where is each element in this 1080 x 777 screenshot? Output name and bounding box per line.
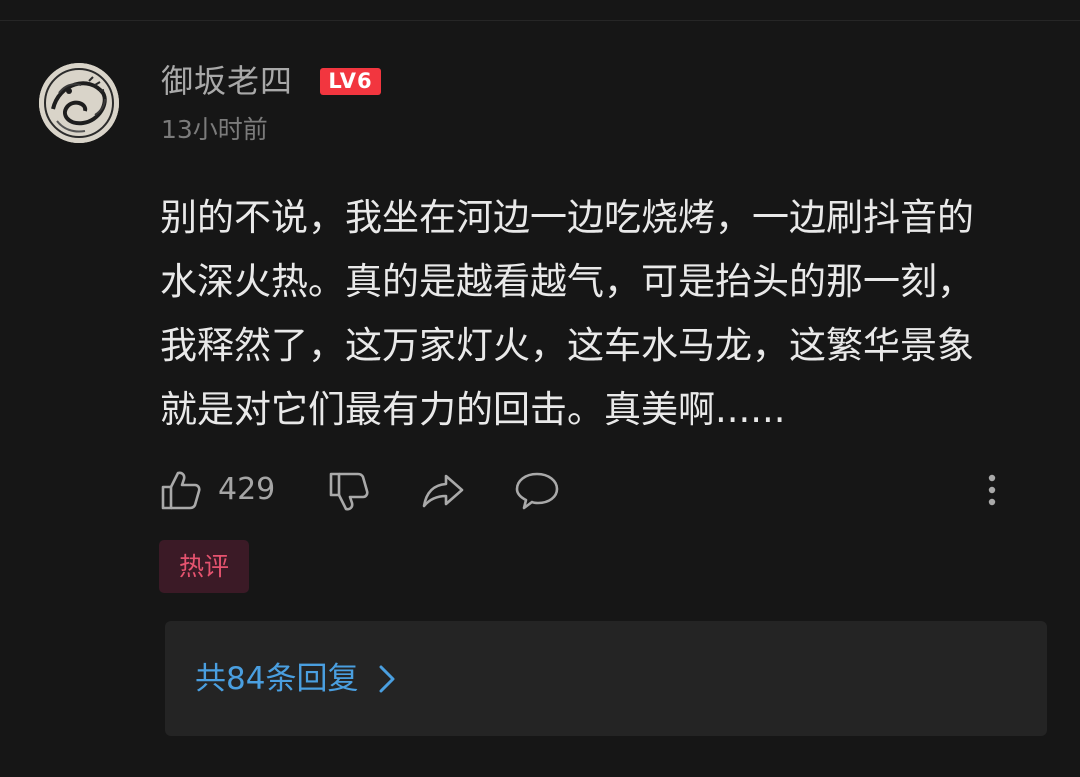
vertical-ellipsis-icon xyxy=(988,474,996,506)
thumb-up-icon xyxy=(161,471,201,510)
share-arrow-icon xyxy=(422,474,464,508)
comment-text: 别的不说，我坐在河边一边吃烧烤，一边刷抖音的 水深火热。真的是越看越气，可是抬头… xyxy=(160,196,974,431)
comment-action-bar: 429 xyxy=(0,462,1080,518)
avatar-image xyxy=(39,63,119,143)
chevron-right-icon xyxy=(379,665,395,693)
level-badge: LV6 xyxy=(320,68,381,95)
like-button[interactable]: 429 xyxy=(160,468,275,512)
replies-count-label: 共84条回复 xyxy=(195,661,359,697)
like-count: 429 xyxy=(218,472,276,507)
reply-button[interactable] xyxy=(514,468,559,512)
share-button[interactable] xyxy=(420,468,464,512)
more-options-button[interactable] xyxy=(970,468,1014,512)
thumb-down-icon xyxy=(329,472,369,511)
top-divider xyxy=(0,20,1080,21)
view-replies-button[interactable]: 共84条回复 xyxy=(165,621,1047,736)
replies-link[interactable]: 共84条回复 xyxy=(195,657,396,701)
dislike-button[interactable] xyxy=(327,468,371,512)
speech-bubble-icon xyxy=(515,472,559,510)
username[interactable]: 御坂老四 xyxy=(161,61,293,101)
avatar[interactable] xyxy=(39,63,119,143)
comment-timestamp: 13小时前 xyxy=(161,115,268,144)
hot-comment-tag: 热评 xyxy=(159,540,249,593)
